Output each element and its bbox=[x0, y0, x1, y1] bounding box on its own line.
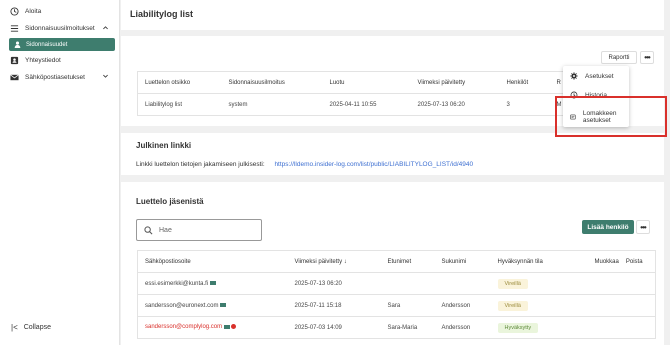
collapse-icon: |< bbox=[11, 323, 18, 332]
column-header: Poista bbox=[618, 250, 656, 273]
column-header: Sähköpostiosoite bbox=[137, 250, 288, 273]
mail-icon bbox=[209, 280, 216, 285]
members-more-button[interactable]: ••• bbox=[636, 220, 650, 234]
list-table: Luettelon otsikko Sidonnaisuusilmoitus L… bbox=[137, 71, 567, 116]
column-header: Viimeksi päivitetty bbox=[410, 71, 500, 94]
lastname-cell bbox=[434, 272, 491, 295]
status-badge: Hyväksytty bbox=[497, 322, 539, 333]
table-cell: 2025-07-13 06:20 bbox=[410, 93, 500, 116]
report-button[interactable]: Raportti bbox=[601, 51, 637, 64]
mail-icon bbox=[220, 302, 227, 307]
table-cell: 2025-04-11 10:55 bbox=[322, 93, 411, 116]
public-link-url[interactable]: https://lldemo.insider-log.com/list/publ… bbox=[274, 161, 473, 168]
table-row[interactable]: sandersson@euronext.com 2025-07-11 15:18… bbox=[137, 294, 656, 317]
sidebar-item-label: Sähköpostiasetukset bbox=[25, 74, 85, 81]
column-header: Luotu bbox=[322, 71, 411, 94]
clock-icon bbox=[10, 7, 19, 16]
sidebar-item-aloita[interactable]: Aloita bbox=[10, 7, 41, 16]
gear-icon bbox=[570, 72, 578, 80]
menu-item-asetukset[interactable]: Asetukset bbox=[570, 72, 614, 80]
column-header: Henkilöt bbox=[499, 71, 550, 94]
email-text: sandersson@euronext.com bbox=[145, 302, 219, 309]
header-card bbox=[121, 0, 664, 30]
sidebar-item-label: Aloita bbox=[25, 8, 42, 15]
sidebar-item-label: Yhteystiedot bbox=[25, 57, 61, 64]
list-icon bbox=[10, 25, 19, 32]
column-header: Luettelon otsikko bbox=[137, 71, 222, 94]
sidebar-item-label: Sidonnaisuudet bbox=[26, 41, 68, 48]
sidebar-item-sahkopostiasetukset[interactable]: Sähköpostiasetukset bbox=[10, 73, 85, 82]
public-link-title: Julkinen linkki bbox=[136, 141, 192, 150]
table-header-row: Sähköpostiosoite Viimeksi päivitetty ↓ E… bbox=[137, 250, 656, 273]
column-header[interactable]: Viimeksi päivitetty ↓ bbox=[287, 250, 381, 273]
table-cell: Liabilitylog list bbox=[137, 93, 222, 116]
search-placeholder: Hae bbox=[159, 226, 172, 234]
delete-cell[interactable] bbox=[618, 294, 656, 317]
page-title: Liabilitylog list bbox=[130, 9, 194, 19]
edit-cell[interactable] bbox=[587, 272, 619, 295]
edit-cell[interactable] bbox=[587, 316, 619, 339]
more-options-button[interactable]: ••• bbox=[640, 51, 654, 64]
firstname-cell: Sara bbox=[380, 294, 435, 317]
column-header: Muokkaa bbox=[587, 250, 619, 273]
sidebar-item-label: Sidonnaisuusilmoitukset bbox=[25, 25, 95, 32]
email-cell: sandersson@complylog.com bbox=[137, 316, 288, 339]
updated-cell: 2025-07-03 14:09 bbox=[287, 316, 381, 339]
email-cell: essi.esimerkki@kunta.fi bbox=[137, 272, 288, 295]
sidebar-item-yhteystiedot[interactable]: Yhteystiedot bbox=[10, 56, 61, 65]
members-title: Luettelo jäsenistä bbox=[136, 197, 204, 206]
chevron-up-icon[interactable] bbox=[102, 24, 109, 31]
lastname-cell: Andersson bbox=[434, 316, 491, 339]
contact-card-icon bbox=[10, 56, 19, 65]
table-header-row: Luettelon otsikko Sidonnaisuusilmoitus L… bbox=[137, 71, 567, 94]
updated-cell: 2025-07-13 06:20 bbox=[287, 272, 381, 295]
firstname-cell: Sara-Maria bbox=[380, 316, 435, 339]
table-row[interactable]: essi.esimerkki@kunta.fi 2025-07-13 06:20… bbox=[137, 272, 656, 295]
lastname-cell: Andersson bbox=[434, 294, 491, 317]
table-cell: 3 bbox=[499, 93, 550, 116]
status-badge: Vireillä bbox=[497, 300, 528, 311]
error-icon bbox=[230, 324, 236, 330]
members-table: Sähköpostiosoite Viimeksi päivitetty ↓ E… bbox=[137, 250, 656, 339]
chevron-down-icon[interactable] bbox=[102, 73, 109, 80]
collapse-button[interactable]: |< Collapse bbox=[11, 323, 51, 332]
public-link-row: Linkki luettelon tietojen jakamiseen jul… bbox=[136, 161, 473, 168]
email-cell: sandersson@euronext.com bbox=[137, 294, 288, 317]
status-cell: Vireillä bbox=[490, 294, 588, 317]
status-cell: Vireillä bbox=[490, 272, 588, 295]
sidebar-item-sidonnaisuusilmoitukset[interactable]: Sidonnaisuusilmoitukset bbox=[10, 24, 95, 33]
highlight-box bbox=[555, 96, 667, 137]
search-icon bbox=[144, 225, 153, 234]
edit-cell[interactable] bbox=[587, 294, 619, 317]
column-header: Sidonnaisuusilmoitus bbox=[221, 71, 323, 94]
table-row[interactable]: sandersson@complylog.com 2025-07-03 14:0… bbox=[137, 316, 656, 339]
updated-cell: 2025-07-11 15:18 bbox=[287, 294, 381, 317]
table-row[interactable]: Liabilitylog list system 2025-04-11 10:5… bbox=[137, 93, 567, 116]
sidebar-item-sidonnaisuudet[interactable]: Sidonnaisuudet bbox=[9, 38, 115, 51]
table-cell: system bbox=[221, 93, 323, 116]
menu-item-label: Asetukset bbox=[585, 72, 614, 80]
mail-icon bbox=[10, 74, 19, 81]
collapse-label: Collapse bbox=[23, 324, 51, 331]
add-person-button[interactable]: Lisää henkilö bbox=[582, 220, 634, 234]
public-link-card bbox=[121, 133, 664, 175]
public-link-text: Linkki luettelon tietojen jakamiseen jul… bbox=[136, 161, 265, 168]
status-cell: Hyväksytty bbox=[490, 316, 588, 339]
user-icon bbox=[14, 41, 21, 48]
delete-cell[interactable] bbox=[618, 316, 656, 339]
mail-icon bbox=[223, 324, 230, 329]
search-input[interactable]: Hae bbox=[136, 219, 262, 241]
delete-cell[interactable] bbox=[618, 272, 656, 295]
column-header: Hyväksynnän tila bbox=[490, 250, 588, 273]
email-text: sandersson@complylog.com bbox=[145, 324, 223, 331]
status-badge: Vireillä bbox=[497, 278, 528, 289]
column-header: Etunimet bbox=[380, 250, 435, 273]
firstname-cell bbox=[380, 272, 435, 295]
sidebar: Aloita Sidonnaisuusilmoitukset Sidonnais… bbox=[0, 0, 120, 345]
column-header: Sukunimi bbox=[434, 250, 491, 273]
email-text: essi.esimerkki@kunta.fi bbox=[145, 280, 209, 287]
